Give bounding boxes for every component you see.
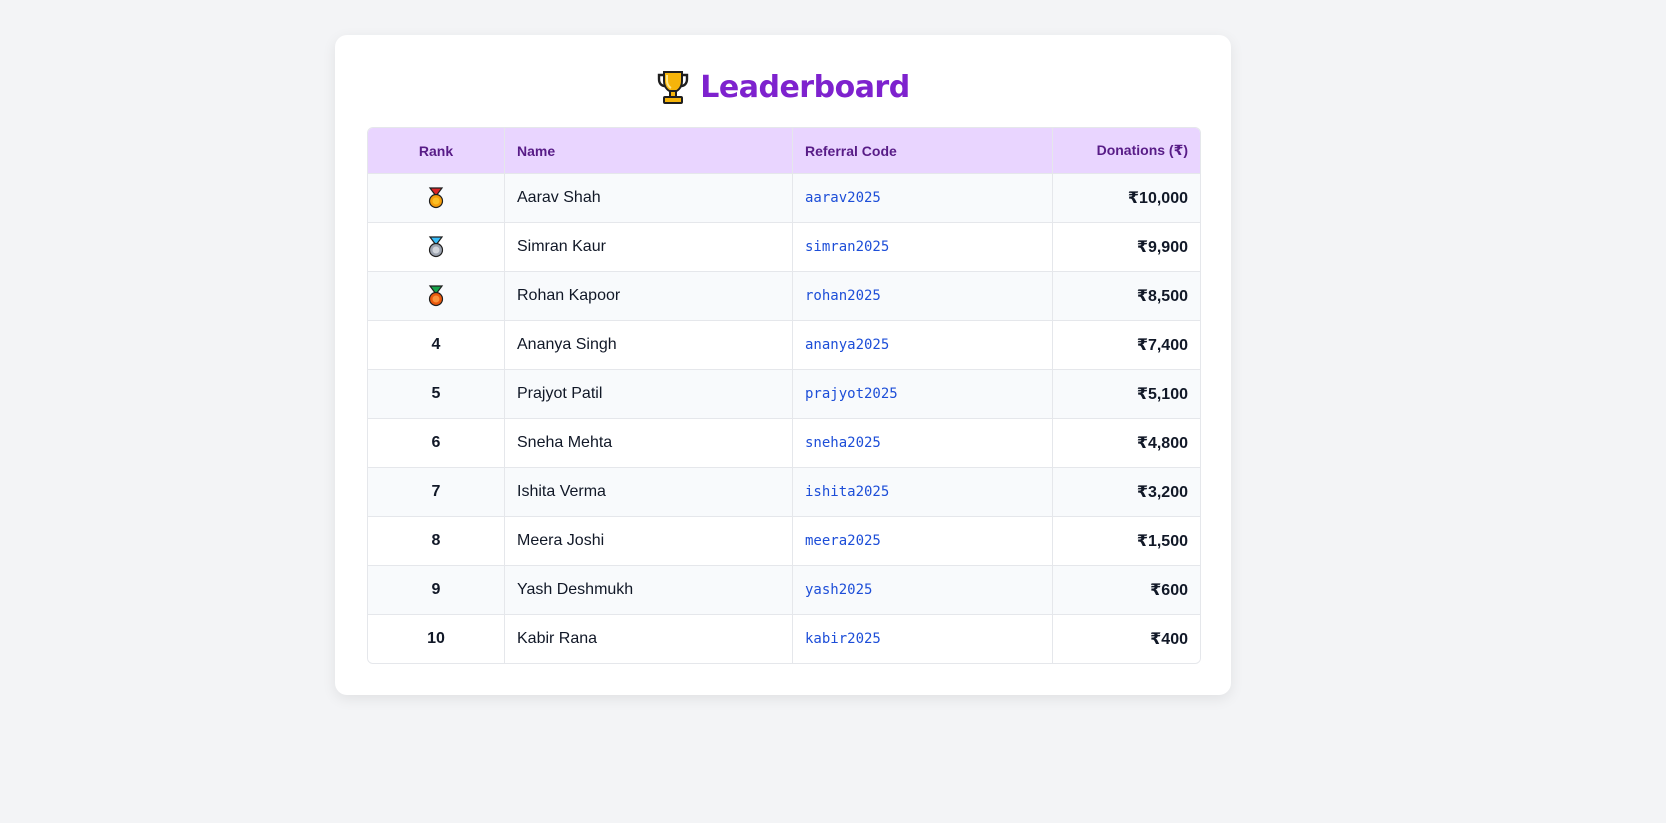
leaderboard-card: Leaderboard Rank Name Referral Code Dona… xyxy=(335,35,1231,695)
donation-cell: ₹5,100 xyxy=(1052,369,1200,419)
gold-medal-icon xyxy=(428,187,444,209)
name-cell: Ishita Verma xyxy=(504,467,793,517)
referral-code-cell: ishita2025 xyxy=(792,467,1053,517)
referral-code-cell: prajyot2025 xyxy=(792,369,1053,419)
column-header-name[interactable]: Name xyxy=(504,128,793,174)
column-header-donations[interactable]: Donations (₹) xyxy=(1052,128,1200,174)
table-row: 5 Prajyot Patil prajyot2025 ₹5,100 xyxy=(368,369,1200,419)
table-row: 6 Sneha Mehta sneha2025 ₹4,800 xyxy=(368,418,1200,468)
rank-cell: 10 xyxy=(368,614,505,663)
name-cell: Simran Kaur xyxy=(504,222,793,272)
donation-cell: ₹10,000 xyxy=(1052,173,1200,223)
table-row: 4 Ananya Singh ananya2025 ₹7,400 xyxy=(368,320,1200,370)
table-row: 10 Kabir Rana kabir2025 ₹400 xyxy=(368,614,1200,663)
rank-cell xyxy=(368,271,505,321)
table-row: 7 Ishita Verma ishita2025 ₹3,200 xyxy=(368,467,1200,517)
rank-cell: 9 xyxy=(368,565,505,615)
table-row: 8 Meera Joshi meera2025 ₹1,500 xyxy=(368,516,1200,566)
donation-cell: ₹400 xyxy=(1052,614,1200,663)
table-row: Rohan Kapoor rohan2025 ₹8,500 xyxy=(368,271,1200,321)
rank-cell xyxy=(368,222,505,272)
donation-cell: ₹600 xyxy=(1052,565,1200,615)
table-row: Aarav Shah aarav2025 ₹10,000 xyxy=(368,173,1200,223)
donation-cell: ₹7,400 xyxy=(1052,320,1200,370)
column-header-referral-code[interactable]: Referral Code xyxy=(792,128,1053,174)
title-text: Leaderboard xyxy=(700,69,910,105)
name-cell: Sneha Mehta xyxy=(504,418,793,468)
rank-cell: 6 xyxy=(368,418,505,468)
bronze-medal-icon xyxy=(428,285,444,307)
donation-cell: ₹8,500 xyxy=(1052,271,1200,321)
referral-code-cell: meera2025 xyxy=(792,516,1053,566)
name-cell: Meera Joshi xyxy=(504,516,793,566)
column-header-rank[interactable]: Rank xyxy=(368,128,505,174)
rank-cell: 5 xyxy=(368,369,505,419)
rank-cell: 7 xyxy=(368,467,505,517)
trophy-icon xyxy=(658,71,689,104)
name-cell: Prajyot Patil xyxy=(504,369,793,419)
name-cell: Yash Deshmukh xyxy=(504,565,793,615)
name-cell: Rohan Kapoor xyxy=(504,271,793,321)
referral-code-cell: ananya2025 xyxy=(792,320,1053,370)
silver-medal-icon xyxy=(428,236,444,258)
table-row: 9 Yash Deshmukh yash2025 ₹600 xyxy=(368,565,1200,615)
referral-code-cell: simran2025 xyxy=(792,222,1053,272)
rank-cell: 8 xyxy=(368,516,505,566)
name-cell: Ananya Singh xyxy=(504,320,793,370)
referral-code-cell: sneha2025 xyxy=(792,418,1053,468)
page-title: Leaderboard xyxy=(335,65,1231,109)
referral-code-cell: aarav2025 xyxy=(792,173,1053,223)
donation-cell: ₹9,900 xyxy=(1052,222,1200,272)
donation-cell: ₹3,200 xyxy=(1052,467,1200,517)
donation-cell: ₹1,500 xyxy=(1052,516,1200,566)
referral-code-cell: rohan2025 xyxy=(792,271,1053,321)
referral-code-cell: yash2025 xyxy=(792,565,1053,615)
rank-cell xyxy=(368,173,505,223)
name-cell: Kabir Rana xyxy=(504,614,793,663)
name-cell: Aarav Shah xyxy=(504,173,793,223)
leaderboard-table: Rank Name Referral Code Donations (₹) Aa… xyxy=(367,127,1201,664)
table-row: Simran Kaur simran2025 ₹9,900 xyxy=(368,222,1200,272)
table-header-row: Rank Name Referral Code Donations (₹) xyxy=(368,128,1200,174)
donation-cell: ₹4,800 xyxy=(1052,418,1200,468)
referral-code-cell: kabir2025 xyxy=(792,614,1053,663)
rank-cell: 4 xyxy=(368,320,505,370)
